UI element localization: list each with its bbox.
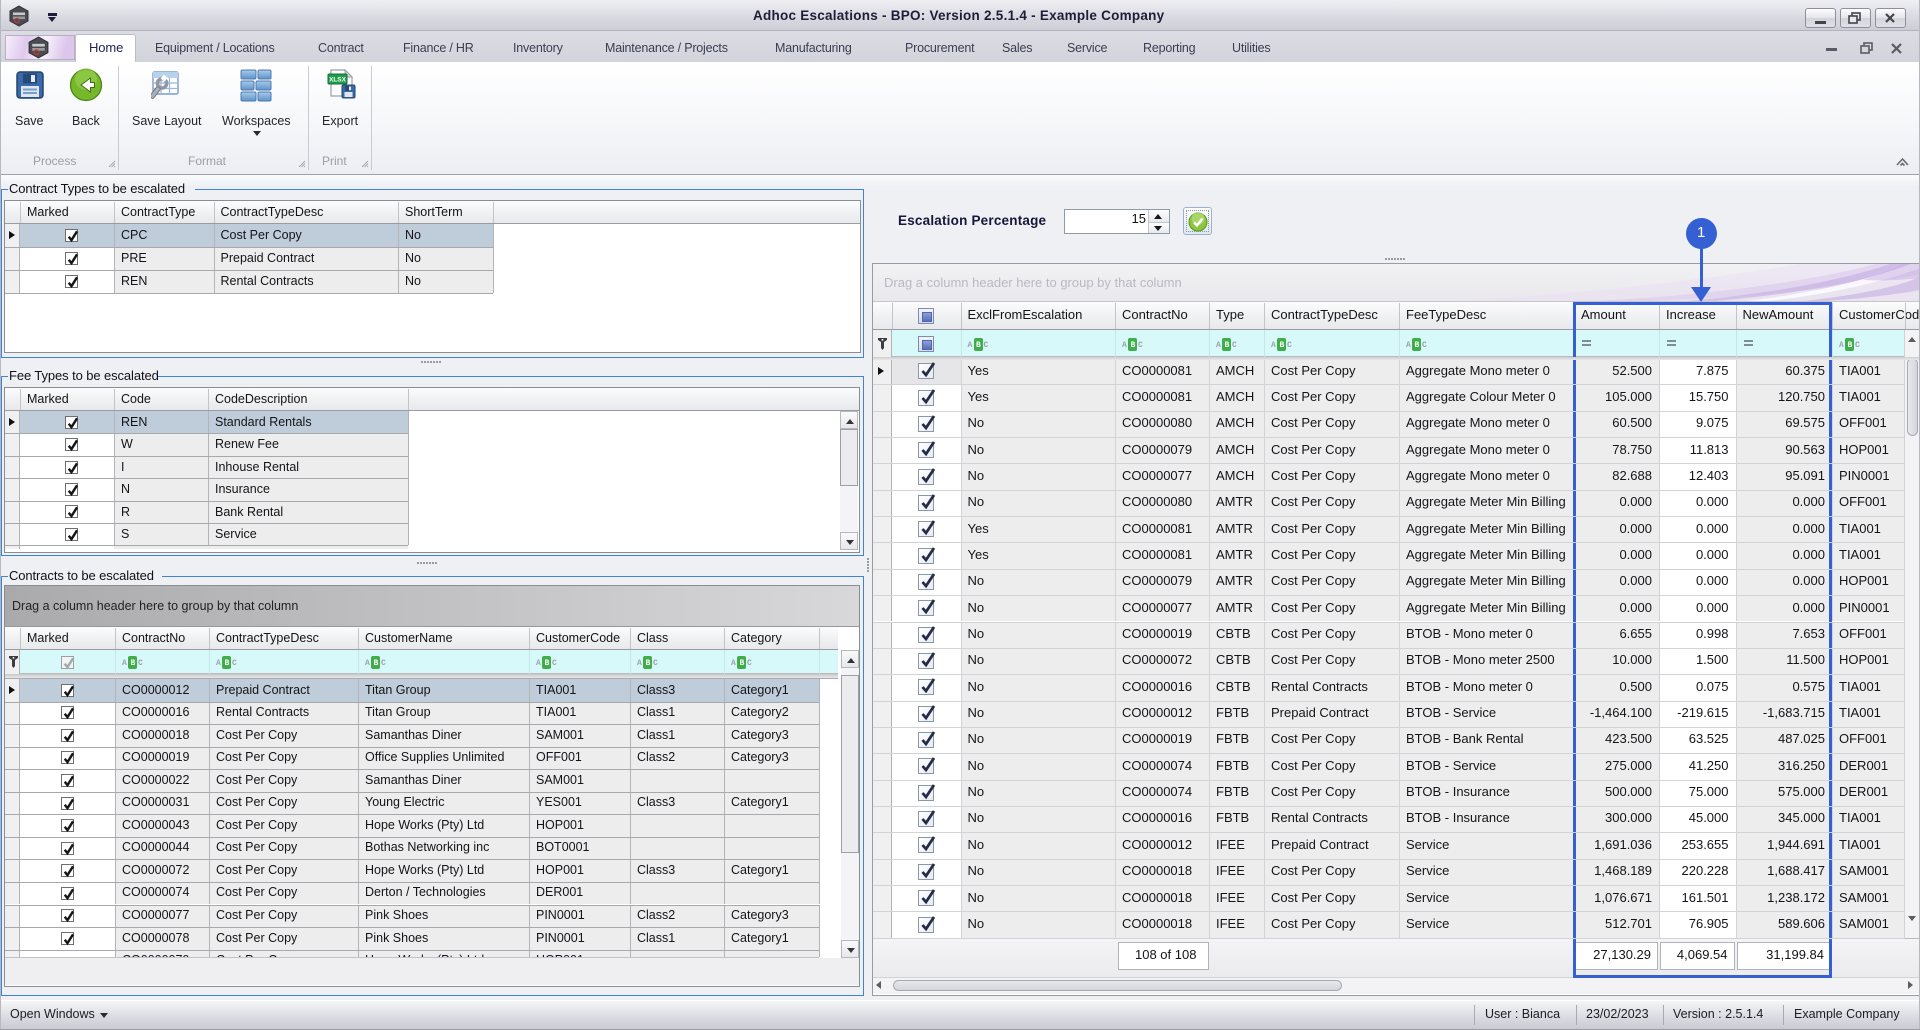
svg-text:XLSX: XLSX <box>329 77 346 84</box>
